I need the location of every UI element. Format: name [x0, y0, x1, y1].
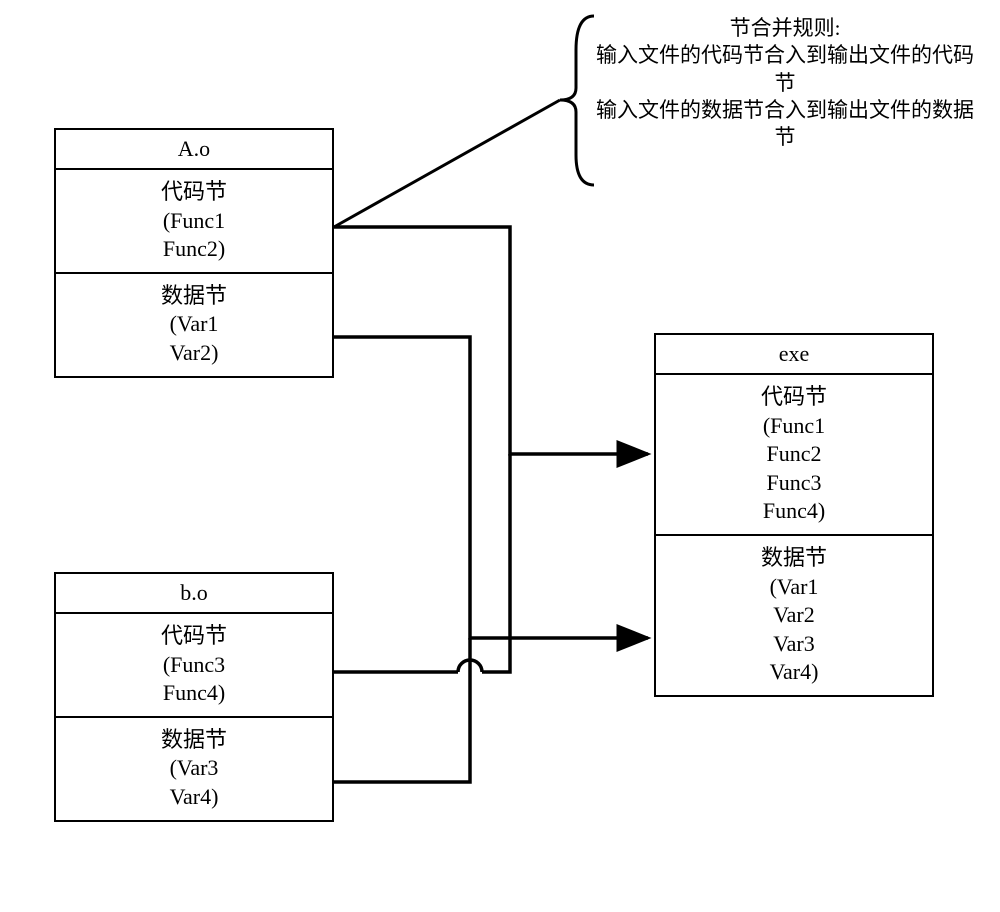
box-a-title: A.o	[56, 130, 332, 170]
rule-bracket	[556, 10, 596, 190]
box-b-o: b.o 代码节 (Func3 Func4) 数据节 (Var3 Var4)	[54, 572, 334, 822]
rule-callout: 节合并规则: 输入文件的代码节合入到输出文件的代码节 输入文件的数据节合入到输出…	[595, 15, 975, 151]
box-exe-data-item1: (Var1	[656, 573, 932, 602]
box-exe-data-item3: Var3	[656, 630, 932, 659]
box-a-code-item2: Func2)	[56, 235, 332, 264]
rule-line1: 输入文件的代码节合入到输出文件的代码节	[595, 42, 975, 97]
box-a-data-section: 数据节 (Var1 Var2)	[56, 272, 332, 376]
box-a-data-item2: Var2)	[56, 339, 332, 368]
box-b-code-item1: (Func3	[56, 651, 332, 680]
box-b-data-item2: Var4)	[56, 783, 332, 812]
box-exe-code-label: 代码节	[656, 383, 932, 412]
box-exe-data-item2: Var2	[656, 601, 932, 630]
box-b-code-label: 代码节	[56, 622, 332, 651]
box-a-data-item1: (Var1	[56, 310, 332, 339]
box-exe-data-item4: Var4)	[656, 658, 932, 687]
box-a-code-label: 代码节	[56, 178, 332, 207]
box-exe: exe 代码节 (Func1 Func2 Func3 Func4) 数据节 (V…	[654, 333, 934, 697]
box-b-title: b.o	[56, 574, 332, 614]
box-a-o: A.o 代码节 (Func1 Func2) 数据节 (Var1 Var2)	[54, 128, 334, 378]
box-exe-data-label: 数据节	[656, 544, 932, 573]
box-exe-code-section: 代码节 (Func1 Func2 Func3 Func4)	[656, 375, 932, 534]
box-a-data-label: 数据节	[56, 282, 332, 311]
box-b-code-section: 代码节 (Func3 Func4)	[56, 614, 332, 716]
box-exe-data-section: 数据节 (Var1 Var2 Var3 Var4)	[656, 534, 932, 695]
rule-title: 节合并规则:	[595, 15, 975, 42]
box-exe-code-item4: Func4)	[656, 497, 932, 526]
box-b-data-section: 数据节 (Var3 Var4)	[56, 716, 332, 820]
box-b-data-label: 数据节	[56, 726, 332, 755]
box-exe-title: exe	[656, 335, 932, 375]
box-exe-code-item3: Func3	[656, 469, 932, 498]
box-a-code-item1: (Func1	[56, 207, 332, 236]
rule-line2: 输入文件的数据节合入到输出文件的数据节	[595, 97, 975, 152]
box-exe-code-item2: Func2	[656, 440, 932, 469]
box-a-code-section: 代码节 (Func1 Func2)	[56, 170, 332, 272]
box-b-data-item1: (Var3	[56, 754, 332, 783]
box-exe-code-item1: (Func1	[656, 412, 932, 441]
box-b-code-item2: Func4)	[56, 679, 332, 708]
